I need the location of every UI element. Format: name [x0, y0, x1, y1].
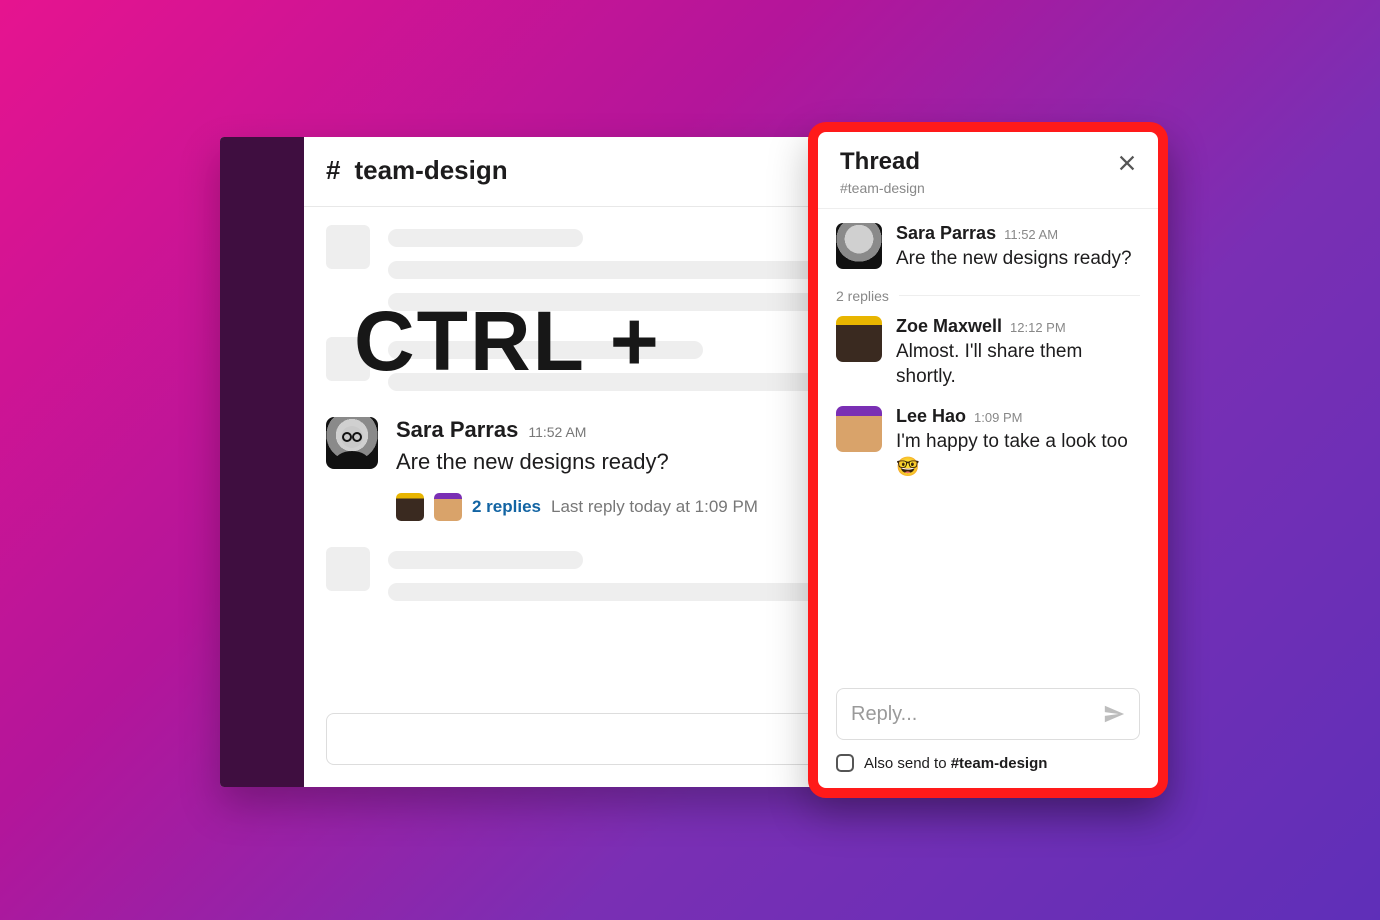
also-send-label: Also send to — [864, 755, 951, 772]
avatar-sara-parras — [326, 417, 378, 469]
avatar-placeholder — [326, 337, 370, 381]
channel-name: team-design — [354, 155, 507, 186]
avatar-zoe-maxwell — [836, 316, 882, 362]
avatar-placeholder — [326, 547, 370, 591]
close-icon — [1116, 152, 1138, 174]
replies-count-link[interactable]: 2 replies — [472, 497, 541, 517]
thread-reply-composer[interactable]: Reply... — [836, 688, 1140, 740]
message-author: Zoe Maxwell — [896, 316, 1002, 337]
thread-message[interactable]: Lee Hao 1:09 PM I'm happy to take a look… — [836, 406, 1140, 480]
message-text: I'm happy to take a look too 🤓 — [896, 429, 1140, 480]
also-send-channel-name: #team-design — [951, 755, 1048, 772]
reply-placeholder: Reply... — [851, 703, 917, 726]
thread-message-list: Sara Parras 11:52 AM Are the new designs… — [818, 209, 1158, 684]
hash-icon: # — [326, 155, 340, 186]
message-text: Are the new designs ready? — [896, 246, 1140, 272]
message-author: Sara Parras — [896, 223, 996, 244]
message-timestamp: 1:09 PM — [974, 410, 1022, 425]
reply-avatar — [434, 493, 462, 521]
avatar-sara-parras — [836, 223, 882, 269]
thread-subtitle: #team-design — [840, 180, 925, 196]
message-text: Almost. I'll share them shortly. — [896, 339, 1140, 390]
thread-message[interactable]: Sara Parras 11:52 AM Are the new designs… — [836, 223, 1140, 272]
reply-avatar — [396, 493, 424, 521]
message-timestamp: 11:52 AM — [528, 424, 586, 440]
also-send-checkbox[interactable] — [836, 754, 854, 772]
thread-message[interactable]: Zoe Maxwell 12:12 PM Almost. I'll share … — [836, 316, 1140, 390]
thread-title: Thread — [840, 148, 925, 176]
text-placeholder — [388, 551, 583, 569]
replies-count-label: 2 replies — [836, 288, 889, 304]
text-placeholder — [388, 341, 703, 359]
message-timestamp: 11:52 AM — [1004, 227, 1058, 242]
last-reply-time: Last reply today at 1:09 PM — [551, 497, 758, 517]
avatar-placeholder — [326, 225, 370, 269]
message-timestamp: 12:12 PM — [1010, 320, 1066, 335]
workspace-sidebar — [220, 137, 304, 787]
text-placeholder — [388, 229, 583, 247]
send-icon[interactable] — [1103, 703, 1125, 725]
close-thread-button[interactable] — [1116, 148, 1140, 179]
replies-divider: 2 replies — [836, 288, 1140, 304]
avatar-lee-hao — [836, 406, 882, 452]
message-author: Sara Parras — [396, 417, 518, 443]
thread-header: Thread #team-design — [818, 132, 1158, 209]
thread-panel: Thread #team-design Sara Parras 11:52 AM… — [808, 122, 1168, 798]
message-author: Lee Hao — [896, 406, 966, 427]
also-send-to-channel[interactable]: Also send to #team-design — [818, 750, 1158, 788]
